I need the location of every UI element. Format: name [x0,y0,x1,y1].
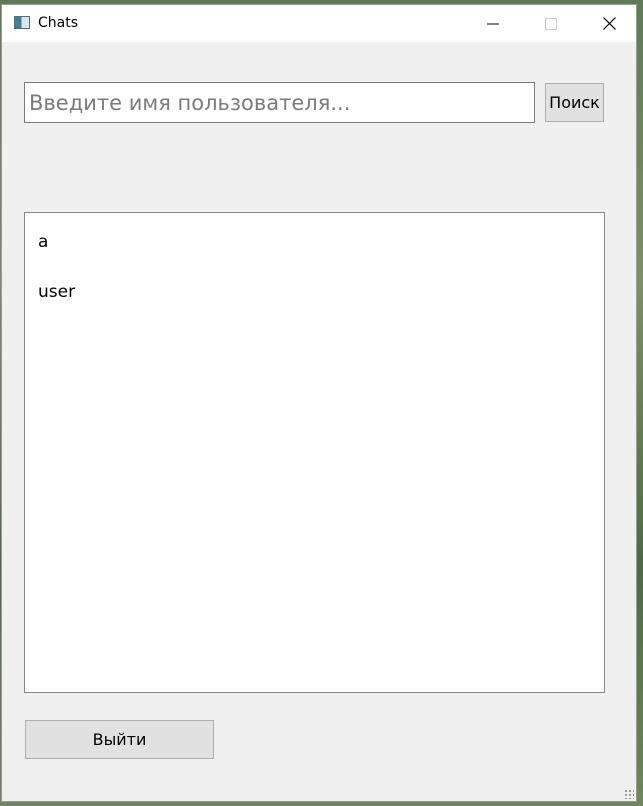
minimize-icon [487,23,499,24]
list-item-user-a[interactable]: a [25,230,604,280]
user-list[interactable]: a user [24,212,605,693]
title-bar[interactable]: Chats [2,5,636,42]
app-window-icon [14,16,30,29]
resize-grip-icon[interactable] [624,789,634,799]
logout-button[interactable]: Выйти [25,720,214,759]
maximize-icon [545,17,557,30]
close-icon [602,17,616,30]
username-search-input[interactable] [24,82,535,123]
chats-window: Chats Поиск a user Выйти [1,4,637,802]
maximize-button[interactable] [522,5,580,42]
list-item-user-user[interactable]: user [25,280,604,330]
window-title: Chats [38,15,79,31]
search-button[interactable]: Поиск [545,83,604,122]
minimize-button[interactable] [464,5,522,42]
close-button[interactable] [580,5,638,42]
